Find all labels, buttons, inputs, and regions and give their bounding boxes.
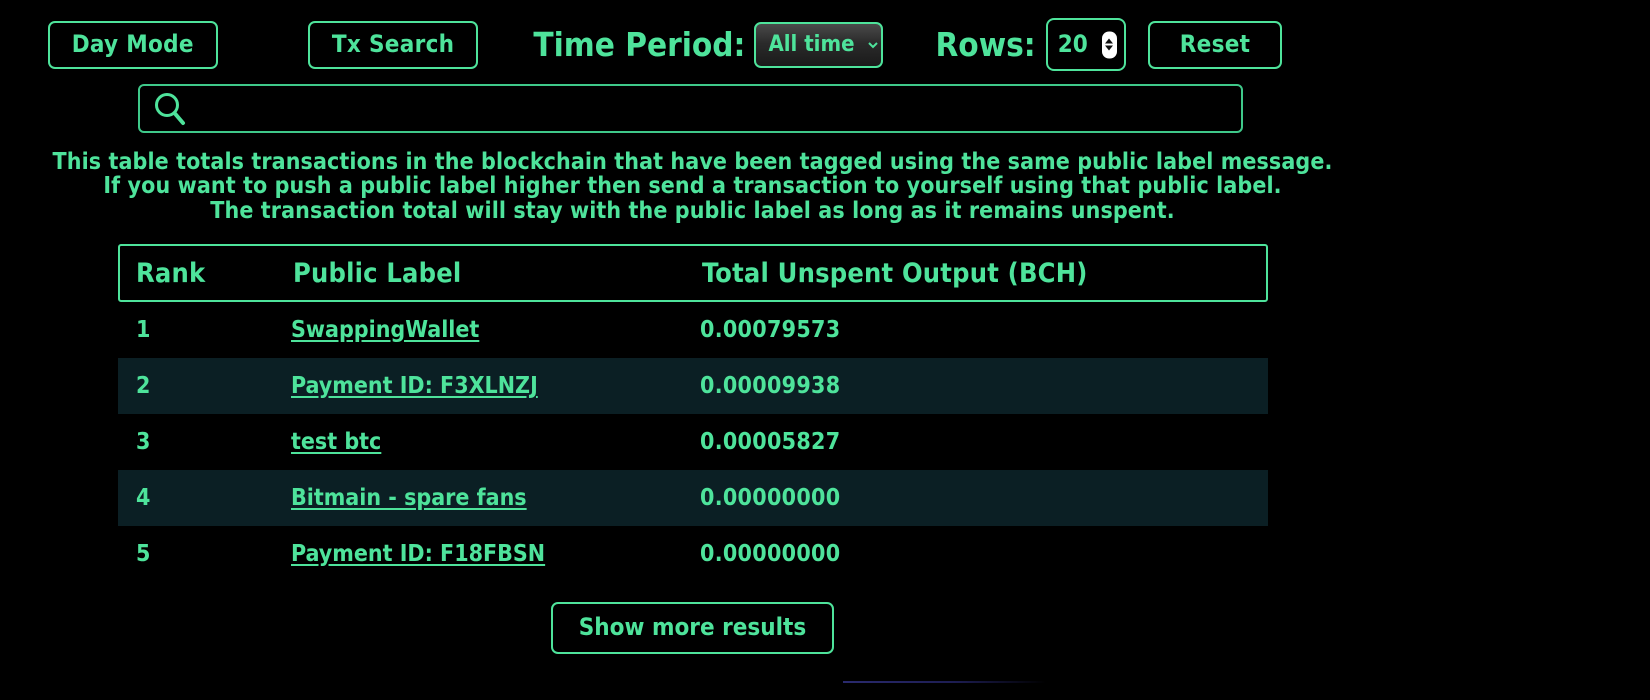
time-period-label: Time Period:: [533, 25, 746, 64]
search-box[interactable]: [138, 84, 1243, 133]
table-row: 2 Payment ID: F3XLNZJ 0.00009938: [118, 358, 1268, 414]
reset-button[interactable]: Reset: [1147, 20, 1283, 69]
description-line-2: If you want to push a public label highe…: [103, 173, 1282, 200]
search-icon: [155, 92, 185, 125]
public-label-link[interactable]: Bitmain - spare fans: [291, 485, 527, 511]
cell-rank: 1: [136, 317, 151, 343]
cell-total: 0.00000000: [700, 541, 841, 567]
cell-rank: 5: [136, 541, 151, 567]
cell-rank: 4: [136, 485, 151, 511]
cell-total: 0.00000000: [700, 485, 841, 511]
cell-public-label: Bitmain - spare fans: [291, 485, 700, 511]
table-header-row: Rank Public Label Total Unspent Output (…: [118, 244, 1268, 302]
rows-spinner[interactable]: [1101, 31, 1117, 58]
cell-total: 0.00005827: [700, 429, 841, 455]
chevron-down-icon[interactable]: [1105, 45, 1114, 51]
cell-rank: 3: [136, 429, 151, 455]
table-description: This table totals transactions in the bl…: [0, 149, 1385, 224]
cell-public-label: test btc: [291, 429, 700, 455]
table-row: 1 SwappingWallet 0.00079573: [118, 302, 1268, 358]
column-header-rank: Rank: [136, 257, 206, 289]
public-label-link[interactable]: test btc: [291, 429, 381, 455]
search-input[interactable]: [190, 86, 1241, 131]
public-labels-table: Rank Public Label Total Unspent Output (…: [118, 244, 1268, 582]
column-header-public-label: Public Label: [293, 257, 462, 289]
description-line-1: This table totals transactions in the bl…: [52, 149, 1333, 175]
cell-public-label: SwappingWallet: [291, 317, 700, 343]
table-row: 3 test btc 0.00005827: [118, 414, 1268, 470]
cell-total: 0.00009938: [700, 373, 841, 399]
tx-search-button[interactable]: Tx Search: [307, 20, 479, 69]
table-row: 5 Payment ID: F18FBSN 0.00000000: [118, 526, 1268, 582]
app-root: Day Mode Tx Search Time Period: All time…: [0, 0, 1650, 700]
time-period-select[interactable]: All time: [754, 21, 884, 68]
column-header-total: Total Unspent Output (BCH): [702, 257, 1088, 289]
search-row: [138, 84, 1243, 133]
public-label-link[interactable]: SwappingWallet: [291, 317, 479, 343]
rows-stepper[interactable]: [1045, 18, 1126, 71]
description-line-3: The transaction total will stay with the…: [210, 197, 1175, 224]
cell-rank: 2: [136, 373, 151, 399]
rows-label: Rows:: [935, 25, 1036, 64]
public-label-link[interactable]: Payment ID: F3XLNZJ: [291, 373, 538, 399]
bottom-divider: [843, 681, 1046, 683]
table-row: 4 Bitmain - spare fans 0.00000000: [118, 470, 1268, 526]
show-more-results-button[interactable]: Show more results: [550, 602, 835, 654]
cell-total: 0.00079573: [700, 317, 841, 343]
day-mode-button[interactable]: Day Mode: [47, 20, 218, 69]
cell-public-label: Payment ID: F18FBSN: [291, 541, 700, 567]
cell-public-label: Payment ID: F3XLNZJ: [291, 373, 700, 399]
toolbar: Day Mode Tx Search Time Period: All time…: [0, 18, 1330, 71]
public-label-link[interactable]: Payment ID: F18FBSN: [291, 541, 545, 567]
show-more-wrapper: Show more results: [0, 602, 1385, 654]
chevron-up-icon[interactable]: [1105, 38, 1114, 44]
